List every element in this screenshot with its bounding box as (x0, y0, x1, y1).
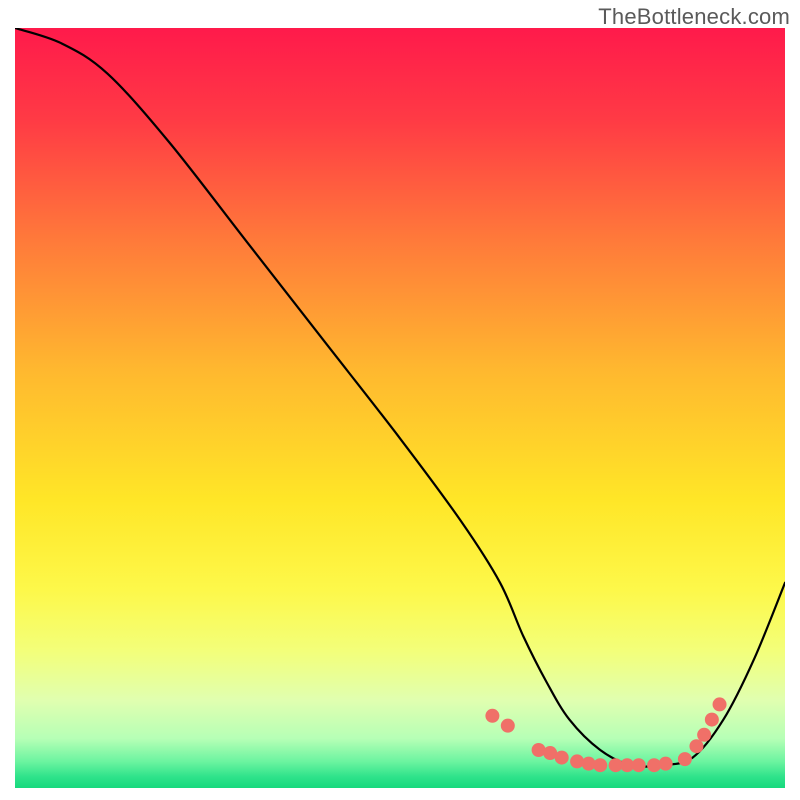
plot-area (15, 28, 785, 788)
marker-dot (659, 757, 673, 771)
chart-container: TheBottleneck.com (0, 0, 800, 800)
marker-dot (689, 739, 703, 753)
highlight-markers (485, 697, 726, 772)
marker-dot (697, 728, 711, 742)
marker-dot (555, 751, 569, 765)
marker-dot (705, 713, 719, 727)
marker-dot (713, 697, 727, 711)
marker-dot (632, 758, 646, 772)
marker-dot (678, 752, 692, 766)
marker-dot (570, 754, 584, 768)
bottleneck-curve (15, 28, 785, 767)
marker-dot (501, 719, 515, 733)
marker-dot (593, 758, 607, 772)
watermark-text: TheBottleneck.com (598, 4, 790, 30)
marker-dot (485, 709, 499, 723)
chart-lines (15, 28, 785, 788)
